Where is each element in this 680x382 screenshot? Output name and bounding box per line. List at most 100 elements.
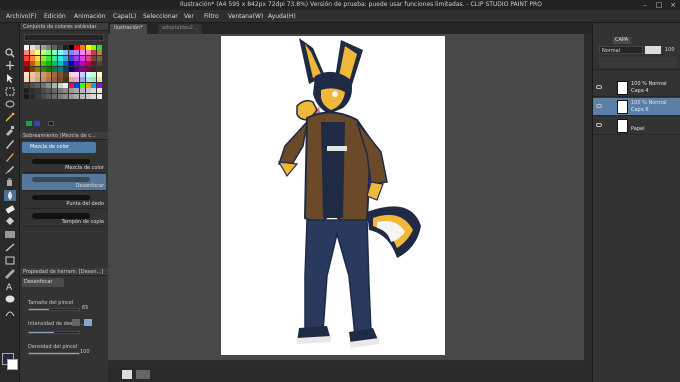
layer-row-selected[interactable]: 100 % Normal Capa 6	[593, 98, 680, 116]
color-swatch[interactable]	[96, 66, 102, 72]
color-swatch[interactable]	[35, 77, 41, 83]
frame-icon[interactable]	[4, 255, 16, 266]
menu-archivo[interactable]: Archivo(F)	[6, 13, 37, 20]
color-swatch[interactable]	[91, 66, 97, 72]
color-swatch[interactable]	[46, 61, 52, 67]
color-swatch[interactable]	[29, 61, 35, 67]
color-swatch[interactable]	[51, 66, 57, 72]
menu-edicion[interactable]: Edición	[44, 13, 66, 20]
blend-mode-select[interactable]: Normal	[599, 46, 643, 54]
color-swatch[interactable]	[29, 66, 35, 72]
eraser-icon[interactable]	[4, 203, 16, 214]
color-swatch[interactable]	[79, 66, 85, 72]
color-swatch[interactable]	[63, 82, 69, 88]
sub-color-swatch[interactable]	[7, 359, 18, 370]
color-swatch[interactable]	[29, 88, 35, 94]
color-swatch[interactable]	[79, 71, 85, 77]
visibility-eye-icon[interactable]	[596, 85, 602, 89]
color-swatch[interactable]	[29, 77, 35, 83]
color-swatch[interactable]	[24, 55, 29, 61]
color-swatch[interactable]	[91, 71, 97, 77]
color-swatch[interactable]	[35, 88, 41, 94]
color-swatch[interactable]	[57, 66, 63, 72]
move-icon[interactable]	[4, 60, 16, 71]
color-swatch[interactable]	[40, 61, 46, 67]
color-swatch[interactable]	[74, 55, 80, 61]
horizontal-scrollbar[interactable]	[108, 360, 584, 368]
color-swatch[interactable]	[68, 61, 74, 67]
color-swatch[interactable]	[57, 55, 63, 61]
color-swatch[interactable]	[91, 77, 97, 83]
color-swatch[interactable]	[96, 71, 102, 77]
color-swatch[interactable]	[57, 82, 63, 88]
color-swatch[interactable]	[40, 71, 46, 77]
color-swatch[interactable]	[57, 88, 63, 94]
color-swatch[interactable]	[24, 93, 29, 99]
color-swatch[interactable]	[46, 77, 52, 83]
menu-animacion[interactable]: Animación	[74, 13, 106, 20]
color-swatch[interactable]	[79, 77, 85, 83]
menu-ayuda[interactable]: Ayuda(H)	[268, 13, 296, 20]
color-swatch[interactable]	[85, 45, 91, 50]
color-swatch[interactable]	[51, 82, 57, 88]
color-swatch[interactable]	[91, 82, 97, 88]
tab-layers[interactable]: CAPA	[613, 37, 631, 44]
color-swatch[interactable]	[35, 71, 41, 77]
color-swatch[interactable]	[40, 45, 46, 50]
color-swatch[interactable]	[24, 50, 29, 56]
color-swatch[interactable]	[51, 71, 57, 77]
color-swatch[interactable]	[35, 50, 41, 56]
color-swatch[interactable]	[68, 50, 74, 56]
color-swatch[interactable]	[40, 55, 46, 61]
color-swatch[interactable]	[68, 45, 74, 50]
text-icon[interactable]: A	[4, 281, 16, 292]
color-swatch[interactable]	[74, 45, 80, 50]
operation-icon[interactable]	[4, 73, 16, 84]
color-swatch[interactable]	[63, 77, 69, 83]
color-swatch[interactable]	[74, 61, 80, 67]
color-swatch[interactable]	[91, 88, 97, 94]
color-swatch[interactable]	[24, 71, 29, 77]
intensity-option-icon[interactable]	[72, 319, 80, 326]
color-swatch[interactable]	[63, 50, 69, 56]
color-swatch[interactable]	[35, 45, 41, 50]
color-swatch[interactable]	[46, 45, 52, 50]
color-swatch[interactable]	[96, 45, 102, 50]
fill-icon[interactable]	[4, 216, 16, 227]
tab-ilustracion[interactable]: Ilustración*	[110, 24, 147, 34]
color-swatch[interactable]	[91, 55, 97, 61]
color-swatch[interactable]	[79, 61, 85, 67]
navigator-icon[interactable]	[122, 370, 132, 379]
menu-ventana[interactable]: Ventana(W)	[228, 13, 263, 20]
zoom-icon[interactable]	[4, 47, 16, 58]
color-swatch[interactable]	[57, 61, 63, 67]
color-swatch[interactable]	[91, 45, 97, 50]
color-swatch[interactable]	[79, 50, 85, 56]
color-swatch[interactable]	[35, 66, 41, 72]
color-swatch[interactable]	[51, 55, 57, 61]
color-swatch[interactable]	[35, 61, 41, 67]
color-swatch[interactable]	[74, 50, 80, 56]
color-swatch[interactable]	[85, 61, 91, 67]
color-swatch[interactable]	[24, 82, 29, 88]
blend-icon[interactable]	[4, 190, 16, 201]
color-swatch[interactable]	[85, 66, 91, 72]
vertical-scrollbar[interactable]	[584, 34, 592, 360]
color-swatch[interactable]	[40, 82, 46, 88]
brush-item-mezcla[interactable]: Mezcla de color	[22, 156, 106, 173]
color-swatch[interactable]	[57, 77, 63, 83]
color-swatch[interactable]	[91, 50, 97, 56]
color-swatch[interactable]	[91, 93, 97, 99]
color-swatch[interactable]	[79, 93, 85, 99]
color-swatch[interactable]	[46, 55, 52, 61]
color-swatch[interactable]	[63, 55, 69, 61]
color-swatch[interactable]	[79, 82, 85, 88]
brush-density-slider[interactable]	[28, 352, 80, 355]
opacity-slider[interactable]	[645, 46, 661, 54]
color-swatch[interactable]	[24, 45, 29, 50]
color-swatch[interactable]	[35, 93, 41, 99]
eyedropper-icon[interactable]	[4, 125, 16, 136]
color-swatch[interactable]	[40, 66, 46, 72]
color-swatch[interactable]	[68, 66, 74, 72]
color-swatch[interactable]	[51, 61, 57, 67]
